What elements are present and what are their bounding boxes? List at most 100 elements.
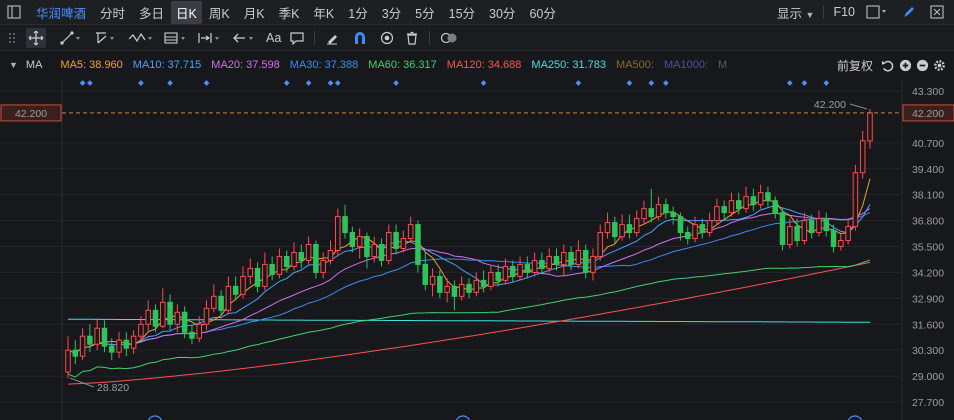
candle-body[interactable]	[305, 244, 312, 261]
zoom-out-icon[interactable]	[916, 59, 929, 72]
candle-body[interactable]	[451, 285, 458, 297]
candle-body[interactable]	[160, 301, 166, 327]
f10-button[interactable]: F10	[826, 5, 862, 19]
period-3min[interactable]: 3分	[375, 3, 408, 22]
arrow-tool-icon[interactable]	[232, 31, 258, 45]
candle-body[interactable]	[335, 216, 341, 251]
candle-body[interactable]	[663, 204, 669, 214]
candle-body[interactable]	[189, 331, 195, 339]
candle-body[interactable]	[400, 238, 407, 249]
undo-icon[interactable]	[881, 59, 894, 72]
candle-body[interactable]	[79, 335, 86, 357]
candle-body[interactable]	[582, 249, 589, 273]
candle-body[interactable]	[218, 295, 224, 311]
candle-body[interactable]	[152, 309, 159, 327]
candle-body[interactable]	[240, 275, 246, 295]
candle-body[interactable]	[473, 279, 480, 293]
period-60min[interactable]: 60分	[522, 3, 562, 22]
eye-icon[interactable]	[379, 31, 395, 45]
candle-body[interactable]	[823, 218, 830, 232]
period-daily-k[interactable]: 日K	[171, 0, 202, 24]
candle-body[interactable]	[619, 224, 625, 238]
candle-body[interactable]	[415, 224, 421, 265]
candle-body[interactable]	[488, 271, 494, 287]
fibonacci-tool-icon[interactable]	[164, 31, 190, 45]
period-5min[interactable]: 5分	[408, 3, 441, 22]
candle-body[interactable]	[386, 232, 392, 261]
candle-body[interactable]	[444, 285, 450, 293]
candle-body[interactable]	[181, 311, 188, 333]
adjust-mode-label[interactable]: 前复权	[837, 57, 873, 74]
candle-body[interactable]	[699, 224, 706, 234]
candle-body[interactable]	[743, 196, 749, 210]
crosshair-move-icon[interactable]	[26, 27, 46, 48]
text-tool[interactable]: Aa	[266, 31, 281, 45]
candle-body[interactable]	[174, 311, 181, 325]
candle-body[interactable]	[816, 218, 822, 234]
candle-body[interactable]	[262, 263, 268, 287]
kline-chart-svg[interactable]: 43.300 42.200 40.700 39.400 38.100 36.800 35.5…	[0, 79, 954, 420]
close-icon[interactable]	[930, 5, 944, 19]
wave-tool-icon[interactable]	[128, 31, 156, 45]
candle-body[interactable]	[407, 224, 414, 240]
candle-body[interactable]	[313, 244, 319, 273]
candle-body[interactable]	[509, 265, 516, 277]
candle-body[interactable]	[787, 226, 793, 246]
candle-body[interactable]	[561, 251, 567, 265]
candle-body[interactable]	[546, 255, 552, 269]
candle-body[interactable]	[458, 283, 465, 297]
candle-body[interactable]	[765, 192, 771, 202]
comment-icon[interactable]	[290, 31, 304, 45]
candle-body[interactable]	[568, 251, 574, 265]
candle-body[interactable]	[320, 259, 326, 273]
candle-body[interactable]	[480, 279, 487, 287]
period-intraday[interactable]: 分时	[93, 3, 132, 22]
candle-body[interactable]	[342, 216, 348, 234]
candle-body[interactable]	[626, 224, 633, 234]
sidebar-toggle-icon[interactable]	[7, 5, 21, 19]
zoom-in-icon[interactable]	[899, 59, 912, 72]
candle-body[interactable]	[801, 220, 808, 242]
candle-body[interactable]	[116, 339, 122, 353]
candle-body[interactable]	[108, 345, 115, 353]
candle-body[interactable]	[772, 200, 778, 214]
candle-body[interactable]	[677, 216, 684, 234]
candle-body[interactable]	[830, 230, 837, 248]
candle-body[interactable]	[254, 267, 261, 287]
candle-body[interactable]	[167, 301, 173, 325]
candle-body[interactable]	[291, 251, 297, 267]
candle-body[interactable]	[612, 222, 618, 238]
candle-body[interactable]	[356, 236, 363, 248]
candle-body[interactable]	[364, 236, 370, 257]
candle-body[interactable]	[437, 275, 443, 293]
period-15min[interactable]: 15分	[442, 3, 482, 22]
candle-body[interactable]	[794, 226, 800, 242]
candle-body[interactable]	[327, 249, 334, 261]
period-multi-day[interactable]: 多日	[132, 3, 171, 22]
period-quarterly-k[interactable]: 季K	[272, 3, 307, 22]
candle-body[interactable]	[706, 220, 713, 234]
candle-body[interactable]	[757, 192, 764, 206]
candle-body[interactable]	[393, 232, 399, 249]
candle-body[interactable]	[633, 218, 640, 234]
candle-body[interactable]	[123, 339, 130, 349]
period-1min[interactable]: 1分	[341, 3, 374, 22]
candle-body[interactable]	[539, 259, 545, 269]
candle-body[interactable]	[597, 232, 603, 257]
candle-body[interactable]	[728, 200, 735, 214]
candle-body[interactable]	[130, 335, 137, 349]
candle-body[interactable]	[779, 212, 786, 246]
candle-body[interactable]	[838, 240, 844, 247]
color-square-icon[interactable]	[866, 5, 890, 19]
candle-body[interactable]	[684, 232, 691, 240]
candle-body[interactable]	[298, 251, 305, 261]
candle-body[interactable]	[65, 349, 71, 373]
candle-body[interactable]	[349, 232, 356, 248]
candle-body[interactable]	[138, 323, 144, 337]
channel-tool-icon[interactable]	[94, 31, 118, 45]
candle-body[interactable]	[736, 200, 742, 210]
collapse-chevron-icon[interactable]: ▼	[9, 60, 18, 70]
pen-icon[interactable]	[902, 5, 916, 19]
candle-body[interactable]	[845, 226, 851, 242]
kline-chart[interactable]: 43.300 42.200 40.700 39.400 38.100 36.800 35.5…	[0, 79, 954, 420]
